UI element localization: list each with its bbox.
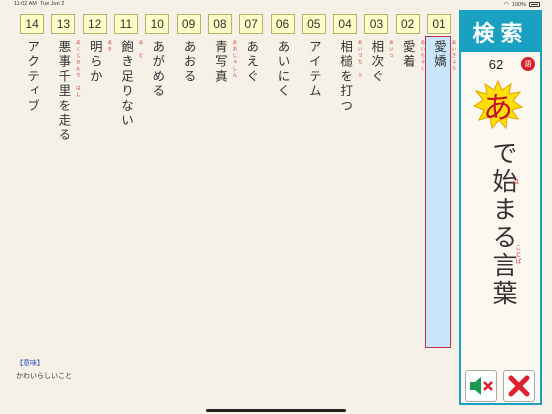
column-word[interactable]: あがめる	[145, 40, 169, 99]
column-word[interactable]: あおる	[177, 40, 201, 84]
word-column[interactable]: 14 アクティブ	[20, 10, 45, 355]
meaning-panel: 【意味】 かわいらしいこと	[10, 355, 457, 403]
status-time: 11:02 AM	[14, 1, 37, 7]
column-word[interactable]: 悪事千里を走る	[51, 40, 75, 143]
furigana-kotoba: ことば	[514, 244, 521, 265]
word-column[interactable]: 06 あいにく	[270, 10, 295, 355]
column-word[interactable]: あえぐ	[239, 40, 263, 84]
column-number[interactable]: 01	[427, 14, 451, 34]
word-column[interactable]: 10 あがめる	[145, 10, 170, 355]
column-number[interactable]: 09	[176, 14, 201, 34]
column-ruby: あいつ	[388, 40, 394, 60]
word-column[interactable]: 05 アイテム	[301, 10, 326, 355]
word-column[interactable]: 01 愛嬌 あいきょう	[425, 10, 456, 355]
count-unit-badge: 語	[521, 57, 535, 71]
starting-phrase: で始まる言葉	[489, 140, 518, 308]
word-column[interactable]: 13 悪事千里を走る あくじせんり はし	[51, 10, 80, 355]
column-number[interactable]: 02	[395, 14, 420, 34]
mute-button[interactable]	[465, 370, 497, 402]
column-ruby: あくじせんり はし	[75, 40, 81, 99]
column-number[interactable]: 03	[364, 14, 389, 34]
search-title[interactable]: 検索	[461, 12, 540, 52]
meaning-text: かわいらしいこと	[16, 372, 72, 380]
column-number[interactable]: 06	[270, 14, 295, 34]
column-number[interactable]: 12	[82, 14, 107, 34]
column-ruby: あいちゃく	[419, 40, 425, 73]
initial-character: あ	[483, 91, 513, 126]
meaning-label: 【意味】	[16, 359, 44, 367]
column-ruby: あき	[106, 40, 112, 53]
selection-frame	[425, 36, 451, 348]
column-number[interactable]: 11	[114, 14, 138, 34]
mute-speaker-icon	[470, 377, 493, 395]
column-ruby: あいきょう	[451, 40, 456, 73]
word-column[interactable]: 07 あえぐ	[239, 10, 264, 355]
close-button[interactable]	[503, 370, 535, 402]
column-number[interactable]: 08	[207, 14, 232, 34]
battery-icon	[529, 2, 540, 7]
status-right: ◠ 100%	[504, 1, 540, 8]
status-date: Tue Jun 2	[40, 1, 65, 7]
column-word[interactable]: 明らか	[83, 40, 107, 84]
word-column[interactable]: 08 青写真 あおじゃしん	[207, 10, 237, 355]
column-word[interactable]: 青写真	[208, 40, 232, 84]
column-number[interactable]: 13	[51, 14, 76, 34]
column-word[interactable]: 飽き足りない	[114, 40, 138, 128]
column-ruby: あいづち う	[357, 40, 363, 79]
word-columns: 01 愛嬌 あいきょう 02 愛着 あいちゃく 03 相次ぐ あいつ 04 相槌を打つ あいづち う0…	[10, 10, 457, 355]
home-indicator[interactable]	[206, 409, 346, 412]
word-column[interactable]: 04 相槌を打つ あいづち う	[333, 10, 362, 355]
word-count: 62	[488, 57, 504, 72]
close-x-icon	[508, 375, 530, 397]
column-ruby: あ た	[138, 40, 143, 60]
search-panel: 検索 62 語 あ で始まる言葉 は ことば	[459, 10, 542, 405]
column-word[interactable]: あいにく	[271, 40, 295, 99]
word-column[interactable]: 03 相次ぐ あいつ	[364, 10, 393, 355]
column-number[interactable]: 05	[301, 14, 326, 34]
column-word[interactable]: アクティブ	[20, 40, 44, 114]
wifi-icon: ◠	[503, 2, 509, 8]
word-column[interactable]: 12 明らか あき	[82, 10, 112, 355]
column-number[interactable]: 10	[145, 14, 170, 34]
word-column[interactable]: 02 愛着 あいちゃく	[395, 10, 425, 355]
word-column[interactable]: 11 飽き足りないあ た	[114, 10, 143, 355]
column-number[interactable]: 04	[333, 14, 358, 34]
word-column[interactable]: 09 あおる	[176, 10, 201, 355]
column-word[interactable]: 相次ぐ	[364, 40, 388, 84]
status-bar: 11:02 AM Tue Jun 2 ◠ 100%	[0, 0, 552, 9]
column-word[interactable]: 愛嬌	[427, 40, 451, 69]
count-row: 62 語	[461, 54, 540, 76]
battery-percent: 100%	[511, 1, 526, 8]
column-ruby: あおじゃしん	[231, 40, 237, 79]
column-number[interactable]: 07	[239, 14, 264, 34]
column-number[interactable]: 14	[20, 14, 45, 34]
column-word[interactable]: アイテム	[302, 40, 326, 99]
furigana-ha: は	[513, 179, 520, 186]
column-word[interactable]: 愛着	[396, 40, 420, 69]
column-word[interactable]: 相槌を打つ	[333, 40, 357, 114]
